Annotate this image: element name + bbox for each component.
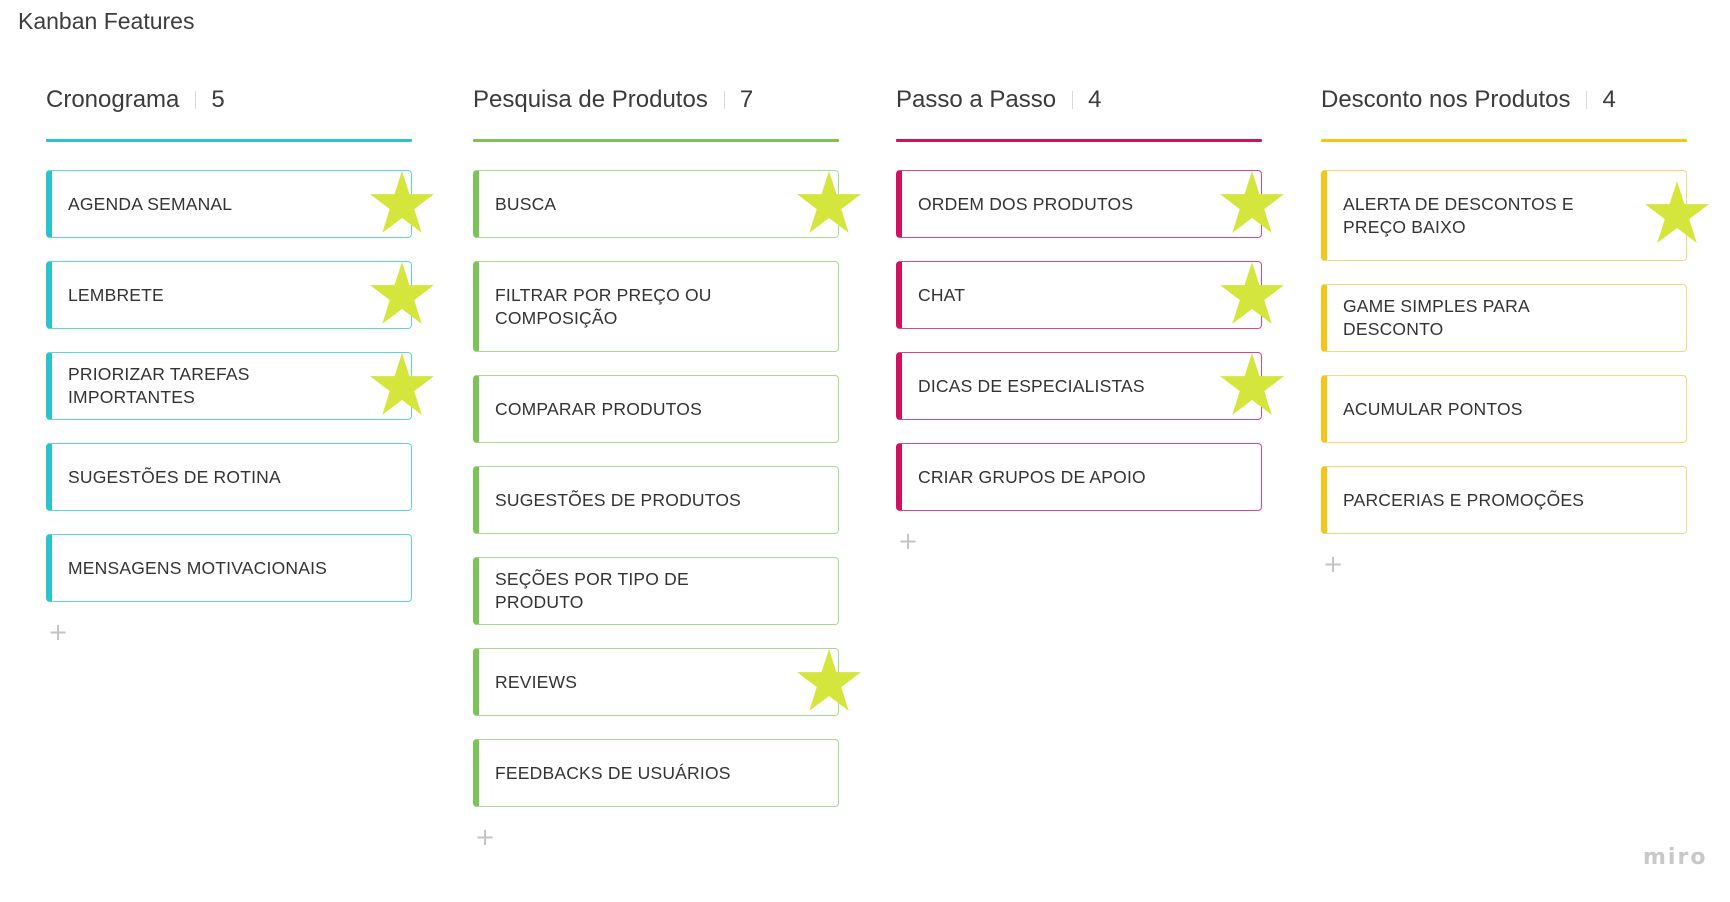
kanban-card[interactable]: DICAS DE ESPECIALISTAS [896, 352, 1284, 420]
add-card-button[interactable]: + [48, 620, 68, 644]
star-sticker-icon[interactable] [368, 351, 436, 419]
card-label: SUGESTÕES DE PRODUTOS [495, 489, 742, 510]
star-sticker-icon[interactable] [795, 647, 863, 715]
column-separator [195, 91, 197, 109]
column-color-bar [46, 139, 412, 142]
kanban-card[interactable]: ACUMULAR PONTOS [1321, 375, 1687, 443]
kanban-card[interactable]: REVIEWS [473, 648, 861, 716]
card-label: SUGESTÕES DE ROTINA [68, 466, 281, 487]
miro-logo: miro [1643, 845, 1708, 870]
column-separator [723, 91, 725, 109]
star-sticker-icon[interactable] [1643, 179, 1711, 247]
star-sticker-icon[interactable] [368, 260, 436, 328]
card-label: AGENDA SEMANAL [68, 193, 233, 214]
card-list: AGENDA SEMANAL LEMBRETE PRIORIZAR TAREFAS … [46, 170, 434, 644]
card-label: FILTRAR POR PREÇO OU COMPOSIÇÃO [495, 284, 712, 328]
column-title[interactable]: Desconto nos Produtos [1321, 86, 1570, 114]
card-label: CRIAR GRUPOS DE APOIO [918, 466, 1146, 487]
board-title: Kanban Features [18, 8, 195, 34]
card-label: DICAS DE ESPECIALISTAS [918, 375, 1145, 396]
kanban-card[interactable]: SUGESTÕES DE ROTINA [46, 443, 412, 511]
column-card-count: 4 [1602, 86, 1616, 113]
card-label: PRIORIZAR TAREFAS IMPORTANTES [68, 364, 250, 407]
column-title[interactable]: Pesquisa de Produtos [473, 86, 708, 114]
kanban-card[interactable]: FEEDBACKS DE USUÁRIOS [473, 739, 839, 807]
card-list: ALERTA DE DESCONTOS E PREÇO BAIXO GAME SI… [1321, 170, 1709, 576]
column-card-count: 7 [739, 86, 754, 113]
column-header[interactable]: Pesquisa de Produtos 7 [473, 82, 753, 118]
card-label: CHAT [918, 284, 966, 305]
column-title[interactable]: Cronograma [46, 86, 179, 114]
star-sticker-icon[interactable] [1218, 260, 1286, 328]
kanban-card[interactable]: ORDEM DOS PRODUTOS [896, 170, 1284, 238]
kanban-card[interactable]: SUGESTÕES DE PRODUTOS [473, 466, 839, 534]
kanban-card[interactable]: LEMBRETE [46, 261, 434, 329]
column-card-count: 4 [1088, 86, 1102, 113]
card-label: ALERTA DE DESCONTOS E PREÇO BAIXO [1343, 193, 1574, 237]
card-label: ORDEM DOS PRODUTOS [918, 193, 1134, 214]
column-card-count: 5 [211, 86, 225, 113]
add-card-button[interactable]: + [898, 529, 918, 553]
kanban-card[interactable]: PRIORIZAR TAREFAS IMPORTANTES [46, 352, 434, 420]
column-title[interactable]: Passo a Passo [896, 86, 1056, 114]
column-header[interactable]: Cronograma 5 [46, 82, 225, 118]
card-label: REVIEWS [495, 671, 578, 692]
column-color-bar [1321, 139, 1687, 142]
kanban-card[interactable]: CRIAR GRUPOS DE APOIO [896, 443, 1262, 511]
kanban-card[interactable]: SEÇÕES POR TIPO DE PRODUTO [473, 557, 839, 625]
column-header[interactable]: Passo a Passo 4 [896, 82, 1101, 118]
kanban-card[interactable]: MENSAGENS MOTIVACIONAIS [46, 534, 412, 602]
card-list: BUSCA FILTRAR POR PREÇO OU COMPOSIÇÃO COMP… [473, 170, 861, 849]
kanban-card[interactable]: COMPARAR PRODUTOS [473, 375, 839, 443]
star-sticker-icon[interactable] [368, 169, 436, 237]
column-header[interactable]: Desconto nos Produtos 4 [1321, 82, 1616, 118]
column-separator [1072, 91, 1074, 109]
column-color-bar [896, 139, 1262, 142]
card-label: MENSAGENS MOTIVACIONAIS [68, 557, 328, 578]
card-label: SEÇÕES POR TIPO DE PRODUTO [495, 569, 689, 612]
column-color-bar [473, 139, 839, 142]
card-label: FEEDBACKS DE USUÁRIOS [495, 762, 731, 783]
card-label: ACUMULAR PONTOS [1343, 398, 1523, 419]
star-sticker-icon[interactable] [795, 169, 863, 237]
column-separator [1586, 91, 1588, 109]
kanban-card[interactable]: AGENDA SEMANAL [46, 170, 434, 238]
add-card-button[interactable]: + [475, 825, 495, 849]
card-label: COMPARAR PRODUTOS [495, 398, 702, 419]
kanban-card[interactable]: GAME SIMPLES PARA DESCONTO [1321, 284, 1687, 352]
card-label: PARCERIAS E PROMOÇÕES [1343, 489, 1585, 510]
kanban-card[interactable]: ALERTA DE DESCONTOS E PREÇO BAIXO [1321, 170, 1709, 261]
star-sticker-icon[interactable] [1218, 351, 1286, 419]
kanban-card[interactable]: BUSCA [473, 170, 861, 238]
card-label: BUSCA [495, 193, 557, 214]
card-label: GAME SIMPLES PARA DESCONTO [1343, 296, 1529, 339]
add-card-button[interactable]: + [1323, 552, 1343, 576]
star-sticker-icon[interactable] [1218, 169, 1286, 237]
kanban-card[interactable]: PARCERIAS E PROMOÇÕES [1321, 466, 1687, 534]
kanban-card[interactable]: FILTRAR POR PREÇO OU COMPOSIÇÃO [473, 261, 839, 352]
card-label: LEMBRETE [68, 284, 164, 305]
kanban-card[interactable]: CHAT [896, 261, 1284, 329]
card-list: ORDEM DOS PRODUTOS CHAT DICAS DE ESPECIALI… [896, 170, 1284, 553]
